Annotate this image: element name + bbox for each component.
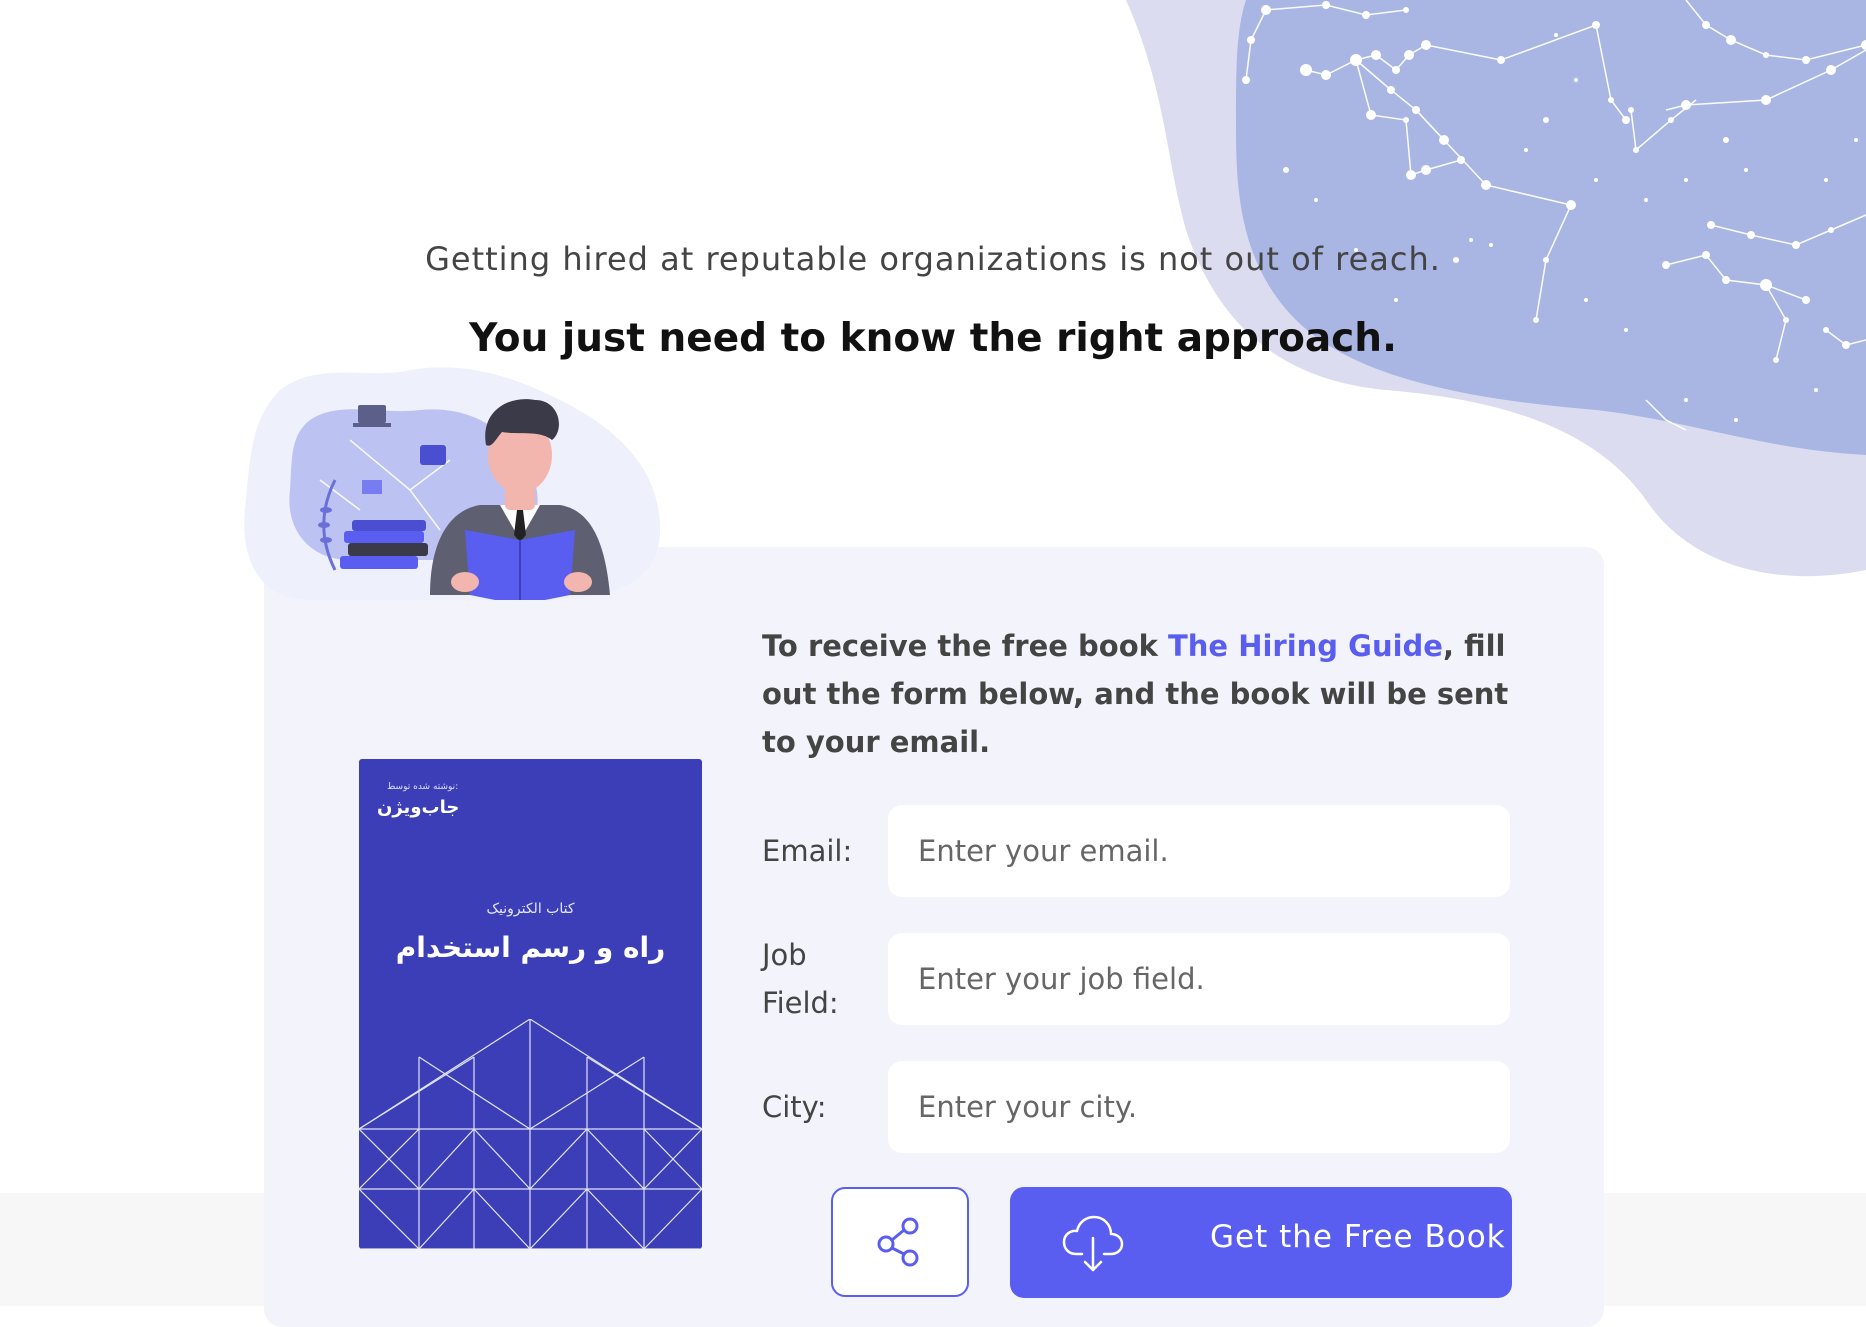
city-label: City: bbox=[762, 1090, 827, 1124]
intro-headline: You just need to know the right approach… bbox=[469, 316, 1397, 361]
reading-person-illustration bbox=[244, 367, 660, 600]
book-cover: نوشته شده توسط: جاب‌ویژن کتاب الکترونیک … bbox=[359, 759, 702, 1249]
share-button[interactable] bbox=[831, 1187, 969, 1297]
email-label: Email: bbox=[762, 834, 853, 868]
job-field-label: Job Field: bbox=[762, 931, 839, 1027]
book-subtitle: کتاب الکترونیک bbox=[486, 901, 575, 917]
job-field-input[interactable] bbox=[888, 933, 1510, 1025]
form-description: To receive the free book The Hiring Guid… bbox=[762, 622, 1522, 766]
job-field-label-line2: Field: bbox=[762, 986, 839, 1020]
book-name-highlight: The Hiring Guide bbox=[1168, 629, 1443, 663]
book-brand-logo: جاب‌ویژن bbox=[377, 797, 460, 818]
book-title: راه و رسم استخدام bbox=[395, 931, 666, 964]
city-field[interactable] bbox=[888, 1061, 1510, 1153]
intro-subtitle: Getting hired at reputable organizations… bbox=[425, 240, 1441, 278]
book-brand-caption: نوشته شده توسط: bbox=[387, 782, 459, 792]
form-description-start: To receive the free book bbox=[762, 629, 1168, 663]
email-field[interactable] bbox=[888, 805, 1510, 897]
cloud-download-icon bbox=[1062, 1215, 1124, 1272]
city-row: City: bbox=[762, 1061, 1522, 1155]
book-geometric-pattern bbox=[359, 1019, 702, 1249]
job-field-label-line1: Job bbox=[762, 938, 807, 972]
intro: Getting hired at reputable organizations… bbox=[0, 240, 1866, 361]
get-free-book-label: Get the Free Book bbox=[1210, 1219, 1506, 1255]
get-free-book-button[interactable]: Get the Free Book bbox=[1010, 1187, 1512, 1298]
email-row: Email: bbox=[762, 805, 1522, 899]
share-icon bbox=[877, 1217, 919, 1267]
job-field-row: Job Field: bbox=[762, 933, 1522, 1027]
